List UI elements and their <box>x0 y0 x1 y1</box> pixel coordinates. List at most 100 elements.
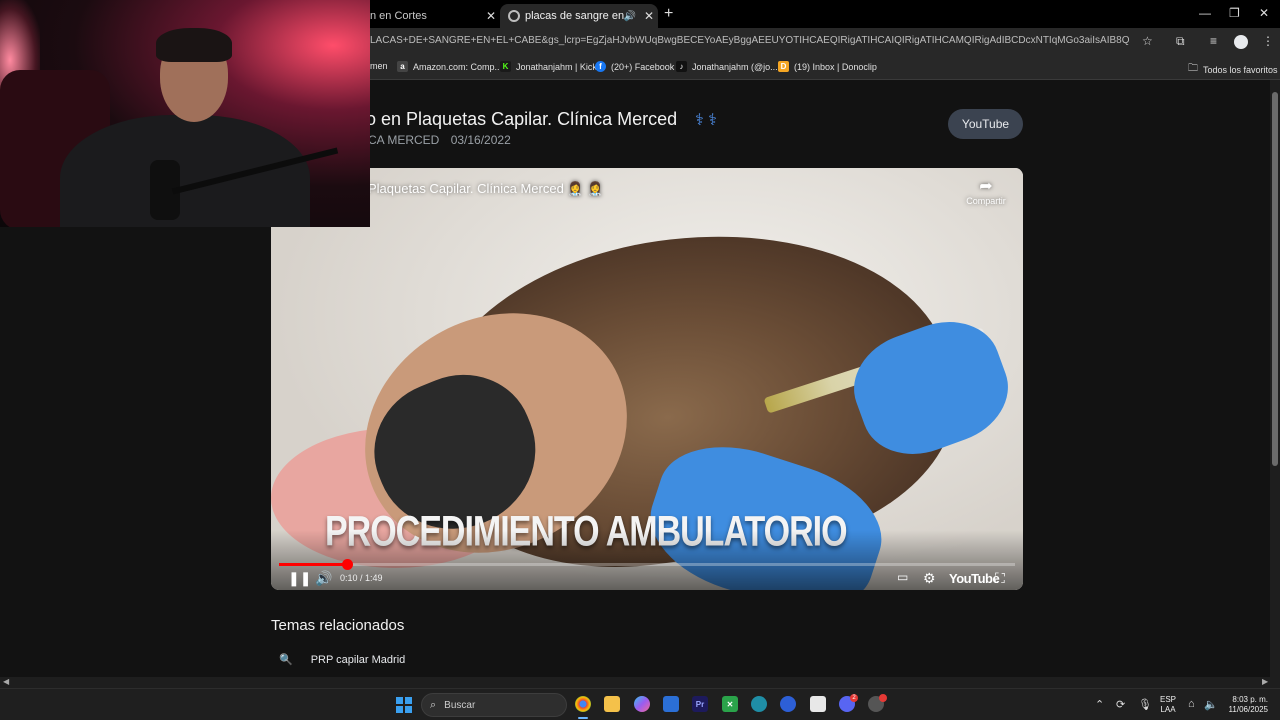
medical-emoji-icon: ⚕ ⚕ <box>695 111 717 129</box>
bookmark-star-icon[interactable]: ☆ <box>1142 34 1153 48</box>
file-explorer-icon[interactable] <box>604 696 620 712</box>
bookmark-label: men <box>370 61 388 71</box>
network-icon[interactable]: ⌂ <box>1188 698 1195 710</box>
donoclip-icon: D <box>778 61 789 72</box>
active-app-indicator <box>578 717 588 719</box>
language-indicator[interactable]: ESP LAA <box>1160 695 1176 715</box>
related-topics-heading: Temas relacionados <box>271 617 405 634</box>
menu-kebab-icon[interactable]: ⋮ <box>1262 34 1274 48</box>
vertical-scroll-thumb[interactable] <box>1272 92 1278 466</box>
bookmark-donoclip[interactable]: D (19) Inbox | Donoclip <box>778 61 877 72</box>
copilot-icon[interactable] <box>634 696 650 712</box>
sync-icon[interactable]: ⟳ <box>1116 698 1125 711</box>
tiktok-icon: ♪ <box>676 61 687 72</box>
media-control-icon[interactable]: ≡ <box>1210 34 1217 48</box>
bookmark-label: Jonathanjahm | Kick <box>516 61 597 72</box>
related-topic-label: PRP capilar Madrid <box>310 653 406 666</box>
close-tab-icon[interactable]: ✕ <box>482 9 500 23</box>
folder-icon: 🗀 <box>1188 63 1198 74</box>
all-bookmarks-label: Todos los favoritos <box>1203 64 1278 75</box>
lang-code: ESP <box>1160 695 1177 704</box>
search-placeholder: Buscar <box>444 699 476 711</box>
system-clock[interactable]: 8:03 p. m. 11/06/2025 <box>1222 695 1268 715</box>
volume-icon[interactable]: 🔊 <box>315 570 332 587</box>
scrubber-handle[interactable] <box>341 559 353 570</box>
clock-date: 11/06/2025 <box>1228 705 1268 714</box>
channel-name[interactable]: CA MERCED <box>368 133 439 147</box>
bookmark-facebook[interactable]: f (20+) Facebook <box>595 61 674 72</box>
store-icon[interactable] <box>663 696 679 712</box>
new-tab-icon[interactable]: + <box>664 5 673 23</box>
tab-label: placas de sangre en el cabe <box>525 10 624 22</box>
webcam-person-body <box>60 115 310 227</box>
restore-icon[interactable]: ❐ <box>1229 6 1240 20</box>
video-title-text: o en Plaquetas Capilar. Clínica Merced <box>366 109 678 129</box>
player-overlay-title[interactable]: Plaquetas Capilar. Clínica Merced 👩‍⚕️ 👩… <box>368 181 603 197</box>
open-youtube-button[interactable]: YouTube <box>948 109 1023 139</box>
youtube-logo[interactable]: YouTube <box>949 571 1000 586</box>
app-icon[interactable] <box>780 696 796 712</box>
webcam-overlay <box>0 0 370 227</box>
facebook-icon: f <box>595 61 606 72</box>
document-icon[interactable] <box>810 696 826 712</box>
bookmark-label: (19) Inbox | Donoclip <box>794 61 877 72</box>
microphone-icon[interactable]: 🎙 <box>1138 698 1152 711</box>
webcam-person-hair <box>156 28 232 62</box>
volume-icon[interactable]: 🔈 <box>1204 698 1218 711</box>
search-icon: ⌕ <box>430 698 437 711</box>
share-label: Compartir <box>966 196 1006 206</box>
chrome-icon[interactable] <box>575 696 591 712</box>
share-button[interactable]: ➦ Compartir <box>963 176 1009 206</box>
subtitles-icon[interactable]: ▭ <box>897 570 908 584</box>
search-icon: 🔍 <box>279 654 293 666</box>
bookmark-item[interactable]: men <box>370 61 388 71</box>
close-tab-icon[interactable]: ✕ <box>640 9 658 23</box>
bookmark-label: Amazon.com: Comp... <box>413 61 503 72</box>
tab-label: n en Cortes <box>370 10 427 22</box>
bookmark-kick[interactable]: K Jonathanjahm | Kick <box>500 61 597 72</box>
amazon-icon: a <box>397 61 408 72</box>
profile-avatar-icon[interactable] <box>1234 35 1248 49</box>
progress-fill <box>279 563 347 566</box>
premiere-icon[interactable]: Pr <box>692 696 708 712</box>
minimize-icon[interactable]: — <box>1199 6 1211 20</box>
progress-bar[interactable] <box>279 559 1015 570</box>
kick-icon: K <box>500 61 511 72</box>
fullscreen-icon[interactable]: ⛶ <box>995 570 1005 587</box>
settings-gear-icon[interactable]: ⚙ <box>923 570 936 587</box>
discord-badge: 2 <box>850 694 858 702</box>
video-title[interactable]: o en Plaquetas Capilar. Clínica Merced ⚕… <box>366 109 717 130</box>
app-icon[interactable] <box>751 696 767 712</box>
video-meta: CA MERCED 03/16/2022 <box>368 133 511 147</box>
tray-overflow-icon[interactable]: ⌃ <box>1095 698 1104 711</box>
url-field[interactable]: LACAS+DE+SANGRE+EN+EL+CABE&gs_lcrp=EgZja… <box>370 35 1130 46</box>
bookmark-label: Jonathanjahm (@jo... <box>692 61 778 72</box>
clock-time: 8:03 p. m. <box>1232 695 1268 704</box>
all-bookmarks-folder[interactable]: 🗀 Todos los favoritos <box>1188 61 1278 78</box>
windows-start-icon[interactable] <box>396 697 412 713</box>
share-icon: ➦ <box>979 178 993 195</box>
close-window-icon[interactable]: ✕ <box>1259 6 1269 20</box>
taskbar-search[interactable]: ⌕ Buscar <box>421 693 567 717</box>
bookmark-amazon[interactable]: a Amazon.com: Comp... <box>397 61 502 72</box>
bookmark-label: (20+) Facebook <box>611 61 675 72</box>
scroll-left-icon[interactable]: ◀ <box>3 677 9 686</box>
extensions-icon[interactable]: ⧉ <box>1176 34 1185 49</box>
time-display: 0:10 / 1:49 <box>340 573 383 583</box>
notification-badge <box>879 694 887 702</box>
tab-cortes[interactable]: n en Cortes ✕ <box>360 4 500 28</box>
windows-taskbar: ⌕ Buscar Pr ✕ 2 ⌃ ⟳ 🎙 ESP LAA ⌂ 🔈 8:03 p… <box>0 688 1280 720</box>
video-player[interactable]: Plaquetas Capilar. Clínica Merced 👩‍⚕️ 👩… <box>271 168 1023 590</box>
horizontal-scrollbar[interactable]: ◀ ▶ <box>0 677 1280 688</box>
google-favicon-icon <box>508 10 520 22</box>
related-topic-item[interactable]: 🔍 PRP capilar Madrid <box>279 653 406 667</box>
excel-icon[interactable]: ✕ <box>722 696 738 712</box>
bookmark-tiktok[interactable]: ♪ Jonathanjahm (@jo... <box>676 61 778 72</box>
controls-shade <box>271 530 1023 590</box>
pause-icon[interactable]: ❚❚ <box>288 570 311 587</box>
upload-date: 03/16/2022 <box>450 133 511 147</box>
lang-layout: LAA <box>1160 705 1176 714</box>
scroll-right-icon[interactable]: ▶ <box>1262 677 1268 686</box>
tab-active-search[interactable]: placas de sangre en el cabe 🔊 ✕ <box>500 4 658 28</box>
audio-playing-icon[interactable]: 🔊 <box>624 11 636 22</box>
